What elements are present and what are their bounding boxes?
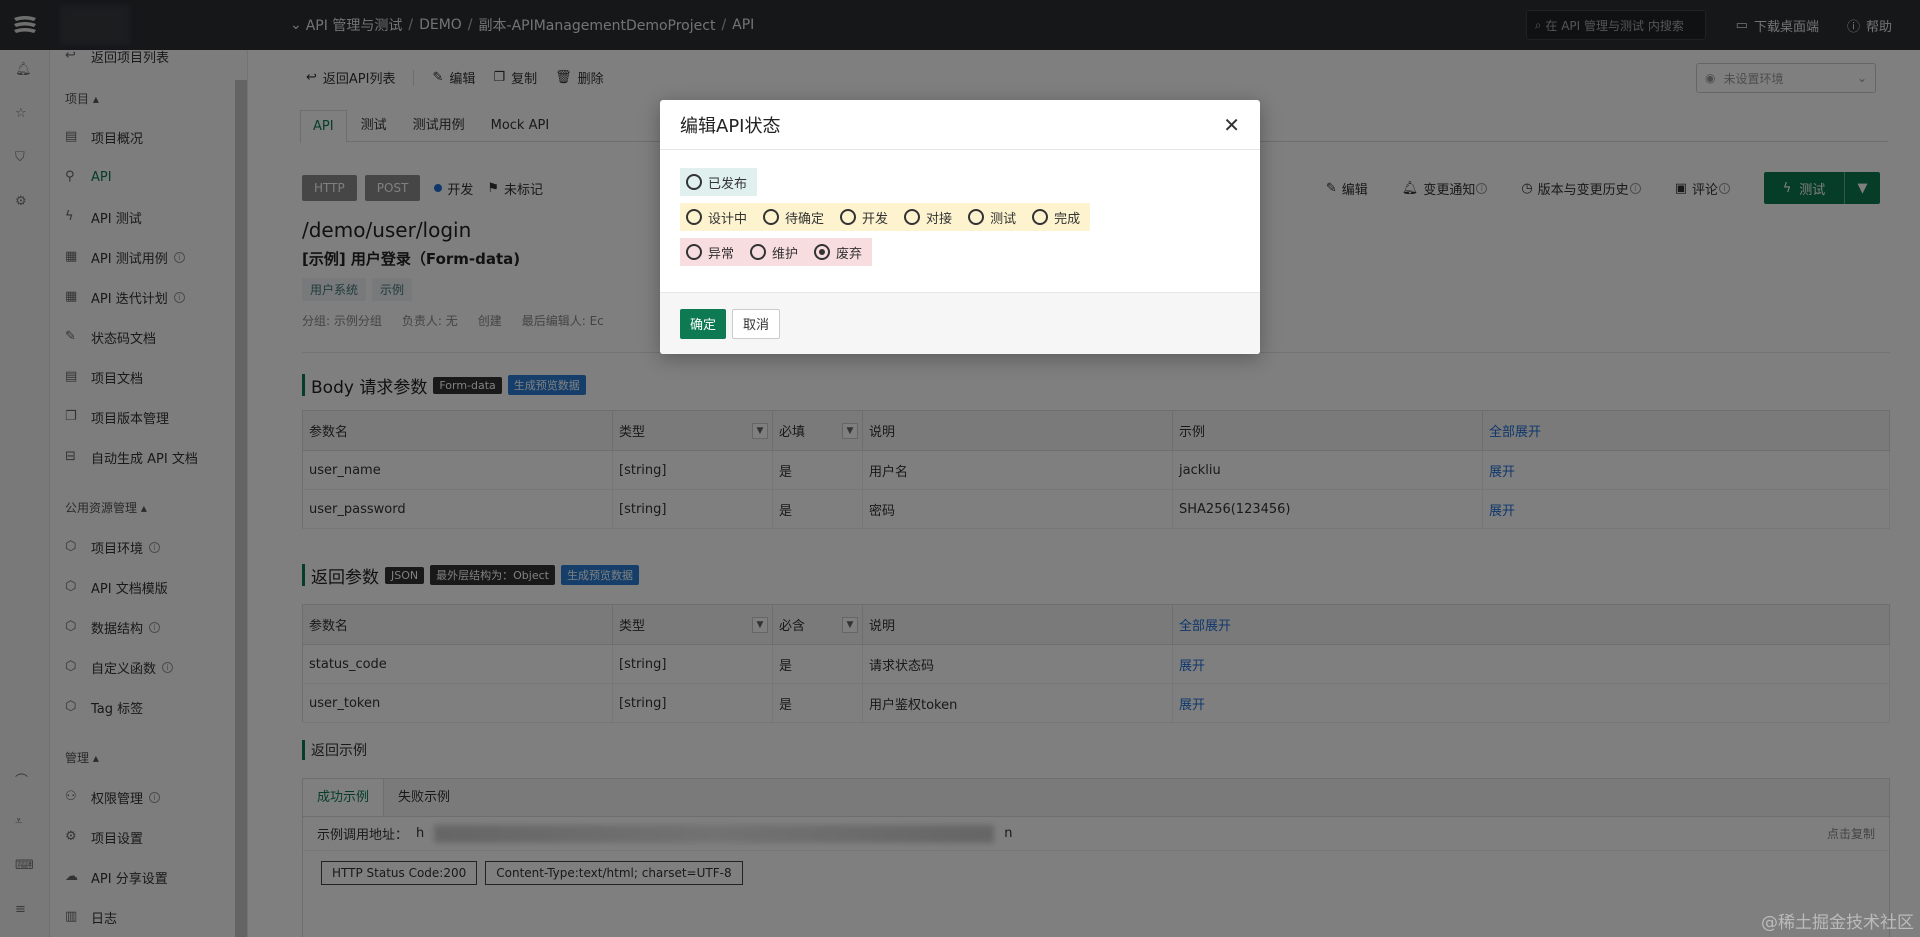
radio-developing[interactable]: 开发 (840, 208, 888, 227)
radio-maintenance[interactable]: 维护 (750, 243, 798, 262)
radio-error[interactable]: 异常 (686, 243, 734, 262)
confirm-button[interactable]: 确定 (680, 308, 727, 339)
watermark: @稀土掘金技术社区 (1761, 913, 1914, 933)
edit-api-status-dialog: 编辑API状态 ✕ 已发布 设计中 待确定 开发 对接 测试 完成 异常 维护 … (660, 100, 1260, 354)
close-icon[interactable]: ✕ (1223, 113, 1240, 137)
status-group-problem: 异常 维护 废弃 (680, 238, 873, 266)
radio-done[interactable]: 完成 (1032, 208, 1080, 227)
radio-pending[interactable]: 待确定 (763, 208, 824, 227)
cancel-button[interactable]: 取消 (732, 308, 781, 339)
radio-integrating[interactable]: 对接 (904, 208, 952, 227)
status-group-progress: 设计中 待确定 开发 对接 测试 完成 (680, 203, 1091, 231)
radio-deprecated[interactable]: 废弃 (814, 243, 862, 262)
radio-testing[interactable]: 测试 (968, 208, 1016, 227)
radio-published[interactable]: 已发布 (686, 173, 747, 192)
dialog-title: 编辑API状态 (680, 115, 781, 137)
radio-designing[interactable]: 设计中 (686, 208, 747, 227)
status-group-published: 已发布 (680, 168, 758, 196)
